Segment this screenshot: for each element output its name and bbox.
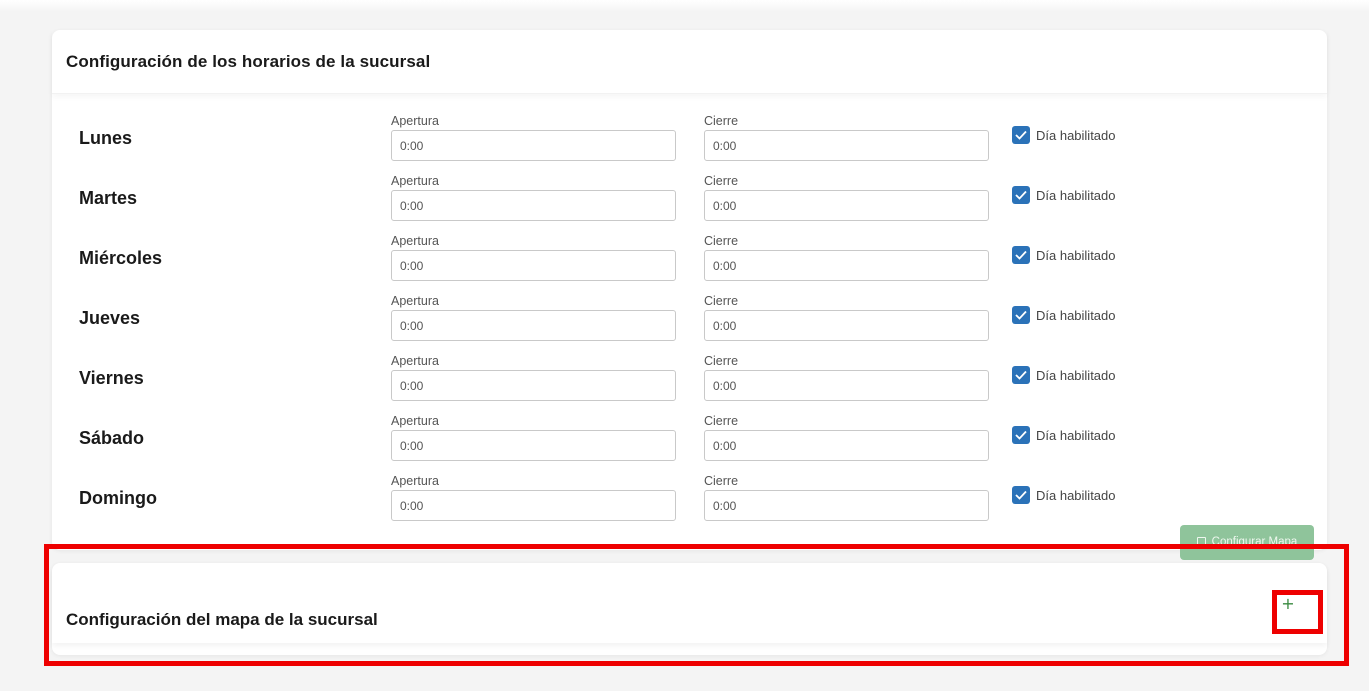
expand-map-button[interactable]: + bbox=[1280, 596, 1296, 612]
schedule-card-title: Configuración de los horarios de la sucu… bbox=[66, 51, 431, 71]
close-field: Cierre bbox=[704, 294, 989, 341]
checkbox-checked-icon bbox=[1012, 426, 1030, 444]
day-enabled-label: Día habilitado bbox=[1036, 247, 1116, 263]
close-time-input[interactable] bbox=[704, 430, 989, 461]
configure-map-button[interactable]: Configurar Mapa bbox=[1180, 525, 1314, 560]
day-name: Martes bbox=[79, 188, 138, 208]
checkbox-checked-icon bbox=[1012, 126, 1030, 144]
day-enabled-label: Día habilitado bbox=[1036, 307, 1116, 323]
day-enabled-checkbox[interactable]: Día habilitado bbox=[1012, 426, 1116, 444]
open-time-input[interactable] bbox=[391, 370, 676, 401]
day-enabled-label: Día habilitado bbox=[1036, 427, 1116, 443]
day-enabled-checkbox[interactable]: Día habilitado bbox=[1012, 246, 1116, 264]
open-label: Apertura bbox=[391, 294, 439, 308]
day-row-5: Sábado Apertura Cierre Día habilitado bbox=[52, 414, 1327, 476]
open-time-input[interactable] bbox=[391, 310, 676, 341]
open-field: Apertura bbox=[391, 354, 676, 401]
close-label: Cierre bbox=[704, 114, 739, 128]
page: Configuración de los horarios de la sucu… bbox=[0, 0, 1369, 691]
close-field: Cierre bbox=[704, 414, 989, 461]
close-label: Cierre bbox=[704, 414, 739, 428]
close-time-input[interactable] bbox=[704, 250, 989, 281]
open-field: Apertura bbox=[391, 234, 676, 281]
day-row-3: Jueves Apertura Cierre Día habilitado bbox=[52, 294, 1327, 356]
open-label: Apertura bbox=[391, 414, 439, 428]
map-card: Configuración del mapa de la sucursal + bbox=[52, 563, 1327, 655]
close-field: Cierre bbox=[704, 234, 989, 281]
open-time-input[interactable] bbox=[391, 190, 676, 221]
checkbox-checked-icon bbox=[1012, 486, 1030, 504]
checkbox-checked-icon bbox=[1012, 246, 1030, 264]
open-label: Apertura bbox=[391, 234, 439, 248]
day-name: Miércoles bbox=[79, 248, 163, 268]
open-field: Apertura bbox=[391, 294, 676, 341]
day-enabled-label: Día habilitado bbox=[1036, 367, 1116, 383]
close-time-input[interactable] bbox=[704, 130, 989, 161]
open-field: Apertura bbox=[391, 414, 676, 461]
day-row-1: Martes Apertura Cierre Día habilitado bbox=[52, 174, 1327, 236]
day-name: Domingo bbox=[79, 488, 157, 508]
map-card-title: Configuración del mapa de la sucursal bbox=[66, 610, 378, 629]
close-field: Cierre bbox=[704, 114, 989, 161]
close-time-input[interactable] bbox=[704, 310, 989, 341]
day-row-4: Viernes Apertura Cierre Día habilitado bbox=[52, 354, 1327, 416]
day-enabled-label: Día habilitado bbox=[1036, 487, 1116, 503]
day-name: Sábado bbox=[79, 428, 145, 448]
day-enabled-label: Día habilitado bbox=[1036, 187, 1116, 203]
day-enabled-checkbox[interactable]: Día habilitado bbox=[1012, 366, 1116, 384]
open-time-input[interactable] bbox=[391, 250, 676, 281]
schedule-rows: Lunes Apertura Cierre Día habilitado bbox=[52, 114, 1327, 536]
day-enabled-checkbox[interactable]: Día habilitado bbox=[1012, 186, 1116, 204]
checkbox-checked-icon bbox=[1012, 306, 1030, 324]
close-field: Cierre bbox=[704, 354, 989, 401]
schedule-card: Configuración de los horarios de la sucu… bbox=[52, 30, 1327, 560]
day-name: Jueves bbox=[79, 308, 141, 328]
open-label: Apertura bbox=[391, 114, 439, 128]
open-field: Apertura bbox=[391, 114, 676, 161]
close-time-input[interactable] bbox=[704, 490, 989, 521]
checkbox-checked-icon bbox=[1012, 366, 1030, 384]
open-label: Apertura bbox=[391, 474, 439, 488]
plus-icon: + bbox=[1281, 594, 1295, 613]
configure-map-label: Configurar Mapa bbox=[1211, 536, 1298, 548]
close-time-input[interactable] bbox=[704, 370, 989, 401]
close-field: Cierre bbox=[704, 474, 989, 521]
map-card-header: Configuración del mapa de la sucursal + bbox=[52, 563, 1327, 643]
day-enabled-checkbox[interactable]: Día habilitado bbox=[1012, 306, 1116, 324]
day-row-0: Lunes Apertura Cierre Día habilitado bbox=[52, 114, 1327, 176]
day-name: Lunes bbox=[79, 128, 133, 148]
close-time-input[interactable] bbox=[704, 190, 989, 221]
open-field: Apertura bbox=[391, 174, 676, 221]
close-field: Cierre bbox=[704, 174, 989, 221]
day-name: Viernes bbox=[79, 368, 144, 388]
open-time-input[interactable] bbox=[391, 130, 676, 161]
open-field: Apertura bbox=[391, 474, 676, 521]
close-label: Cierre bbox=[704, 294, 739, 308]
close-label: Cierre bbox=[704, 474, 739, 488]
day-row-2: Miércoles Apertura Cierre Día habilitado bbox=[52, 234, 1327, 296]
open-label: Apertura bbox=[391, 174, 439, 188]
open-time-input[interactable] bbox=[391, 430, 676, 461]
day-enabled-checkbox[interactable]: Día habilitado bbox=[1012, 486, 1116, 504]
close-label: Cierre bbox=[704, 234, 739, 248]
checkbox-checked-icon bbox=[1012, 186, 1030, 204]
open-label: Apertura bbox=[391, 354, 439, 368]
close-label: Cierre bbox=[704, 174, 739, 188]
map-icon bbox=[1196, 537, 1206, 548]
day-enabled-label: Día habilitado bbox=[1036, 127, 1116, 143]
day-enabled-checkbox[interactable]: Día habilitado bbox=[1012, 126, 1116, 144]
schedule-card-header: Configuración de los horarios de la sucu… bbox=[52, 30, 1327, 94]
day-row-6: Domingo Apertura Cierre Día habilitado bbox=[52, 474, 1327, 536]
open-time-input[interactable] bbox=[391, 490, 676, 521]
close-label: Cierre bbox=[704, 354, 739, 368]
